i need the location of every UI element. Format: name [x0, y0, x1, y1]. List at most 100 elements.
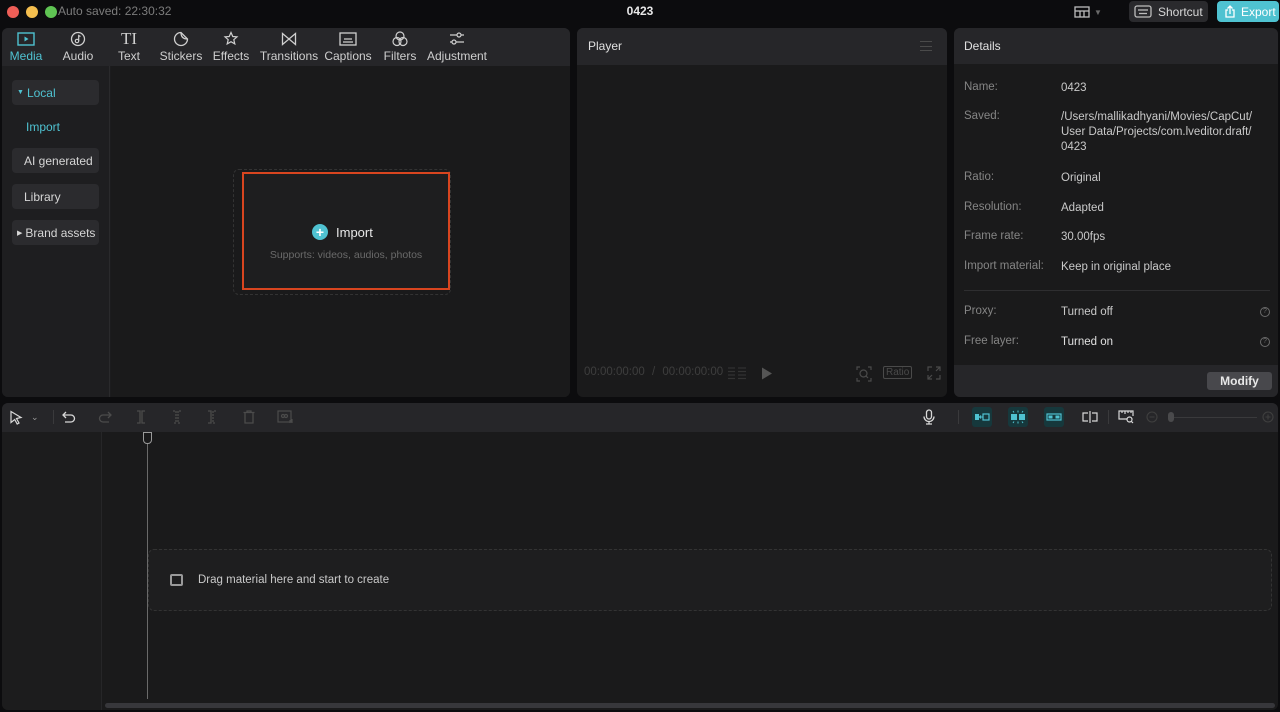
- zoom-in-icon[interactable]: [1262, 409, 1274, 425]
- transitions-icon: [281, 32, 297, 46]
- detail-key: Proxy:: [964, 305, 997, 317]
- drop-hint-text: Drag material here and start to create: [198, 574, 390, 586]
- collapse-caret-icon: ▶: [17, 229, 23, 237]
- tab-label: Transitions: [259, 49, 319, 63]
- timeline-toolbar: ⌄: [2, 403, 1278, 432]
- menu-icon[interactable]: [920, 41, 932, 51]
- modify-button[interactable]: Modify: [1207, 372, 1272, 390]
- ratio-button[interactable]: Ratio: [883, 366, 913, 379]
- sidebar-item-label: AI generated: [24, 153, 93, 168]
- export-button[interactable]: Export: [1217, 1, 1279, 22]
- sidebar-item-local[interactable]: ▼ Local: [12, 80, 99, 105]
- detail-value: 30.00fps: [1061, 231, 1106, 243]
- tab-captions[interactable]: Captions: [324, 29, 372, 65]
- play-button[interactable]: [761, 367, 773, 383]
- tab-label: Effects: [212, 49, 250, 63]
- tab-adjustment[interactable]: Adjustment: [427, 29, 487, 65]
- details-header: Details: [954, 28, 1278, 64]
- timeline-zoom-handle[interactable]: [1168, 412, 1174, 422]
- timeline-horizontal-scrollbar[interactable]: [105, 703, 1275, 708]
- chevron-down-icon: ▼: [1094, 7, 1102, 17]
- current-time: 00:00:00:00: [584, 366, 645, 378]
- media-content-area: + Import Supports: videos, audios, photo…: [111, 66, 570, 397]
- detail-value: Original: [1061, 172, 1101, 184]
- sidebar-item-library[interactable]: Library: [12, 184, 99, 209]
- sidebar-item-ai-generated[interactable]: AI generated: [12, 148, 99, 173]
- details-footer: Modify: [954, 365, 1278, 397]
- chevron-down-icon[interactable]: ⌄: [31, 409, 39, 425]
- import-supports-text: Supports: videos, audios, photos: [269, 249, 423, 261]
- link-icon: [1046, 413, 1062, 421]
- detail-key: Name:: [964, 81, 998, 93]
- details-panel: Details Name: 0423 Saved: /Users/mallika…: [954, 28, 1278, 397]
- filters-icon: [392, 31, 408, 47]
- player-header: Player: [577, 28, 947, 65]
- import-button-area[interactable]: + Import Supports: videos, audios, photo…: [242, 172, 450, 290]
- help-icon[interactable]: ?: [1260, 337, 1270, 347]
- timeline-panel: ⌄ Drag material here and start to create: [2, 403, 1278, 710]
- toolbar-divider: [958, 410, 959, 424]
- media-tab-bar: Media Audio TI Text Stickers Effects Tra…: [2, 28, 570, 66]
- sidebar-item-brand-assets[interactable]: ▶ Brand assets: [12, 220, 99, 245]
- delete-icon[interactable]: [243, 409, 255, 425]
- detail-key: Import material:: [964, 260, 1044, 272]
- tab-media[interactable]: Media: [10, 29, 42, 65]
- expand-caret-icon: ▼: [17, 89, 24, 96]
- sidebar-item-label: Import: [26, 119, 61, 134]
- tab-transitions[interactable]: Transitions: [259, 29, 319, 65]
- snap-toggle[interactable]: [1008, 407, 1028, 427]
- zoom-out-icon[interactable]: [1146, 409, 1158, 425]
- timecode: 00:00:00:00 / 00:00:00:00: [584, 366, 723, 378]
- layout-button[interactable]: ▼: [1074, 4, 1106, 20]
- preview-axis-icon[interactable]: [1082, 409, 1098, 425]
- tab-label: Captions: [324, 49, 372, 63]
- time-separator: /: [651, 366, 656, 378]
- redo-icon[interactable]: [98, 409, 112, 425]
- zoom-fit-icon[interactable]: [856, 366, 872, 385]
- film-icon: [170, 574, 183, 586]
- timeline-list-icon[interactable]: [727, 366, 747, 383]
- adjustment-icon: [450, 32, 464, 45]
- timeline-drop-zone[interactable]: Drag material here and start to create: [148, 549, 1272, 611]
- snap-icon: [1011, 410, 1025, 424]
- media-icon: [17, 32, 35, 46]
- fullscreen-icon[interactable]: [927, 366, 941, 383]
- media-sidebar: ▼ Local Import AI generated Library ▶ Br…: [2, 66, 110, 397]
- stickers-icon: [173, 31, 189, 47]
- microphone-icon[interactable]: [923, 409, 935, 425]
- plus-icon: +: [312, 224, 328, 240]
- detail-key: Ratio:: [964, 171, 995, 183]
- tab-effects[interactable]: Effects: [212, 29, 250, 65]
- tab-text[interactable]: TI Text: [116, 29, 142, 65]
- tab-label: Filters: [383, 49, 417, 63]
- player-title: Player: [588, 39, 623, 53]
- title-bar: Auto saved: 22:30:32 0423 ▼ Shortcut Exp…: [0, 0, 1280, 24]
- timeline-zoom-slider[interactable]: [1169, 417, 1257, 418]
- sidebar-item-import[interactable]: Import: [12, 114, 99, 139]
- sidebar-item-label: Local: [26, 85, 56, 100]
- link-toggle[interactable]: [1044, 407, 1064, 427]
- timeline-zoom-fit-icon[interactable]: [1118, 409, 1134, 425]
- select-tool-icon[interactable]: [9, 409, 23, 425]
- tab-filters[interactable]: Filters: [383, 29, 417, 65]
- help-icon[interactable]: ?: [1260, 307, 1270, 317]
- split-icon[interactable]: [135, 409, 147, 425]
- playhead-handle[interactable]: [143, 432, 152, 444]
- layout-icon: [1074, 6, 1090, 18]
- detail-key: Free layer:: [964, 335, 1019, 347]
- split-right-icon[interactable]: [206, 409, 218, 425]
- auto-cut-icon[interactable]: [277, 409, 293, 425]
- undo-icon[interactable]: [62, 409, 76, 425]
- tab-stickers[interactable]: Stickers: [159, 29, 203, 65]
- shortcut-button[interactable]: Shortcut: [1129, 1, 1208, 22]
- detail-value: Turned off: [1061, 306, 1113, 318]
- detail-value: Adapted: [1061, 202, 1104, 214]
- tab-audio[interactable]: Audio: [60, 29, 96, 65]
- detail-value: Keep in original place: [1061, 261, 1171, 273]
- text-icon: TI: [120, 29, 138, 48]
- tab-label: Media: [9, 49, 43, 63]
- tab-label: Text: [117, 49, 140, 63]
- split-left-icon[interactable]: [171, 409, 183, 425]
- detail-key: Saved:: [964, 110, 1000, 122]
- main-track-magnet-toggle[interactable]: [972, 407, 992, 427]
